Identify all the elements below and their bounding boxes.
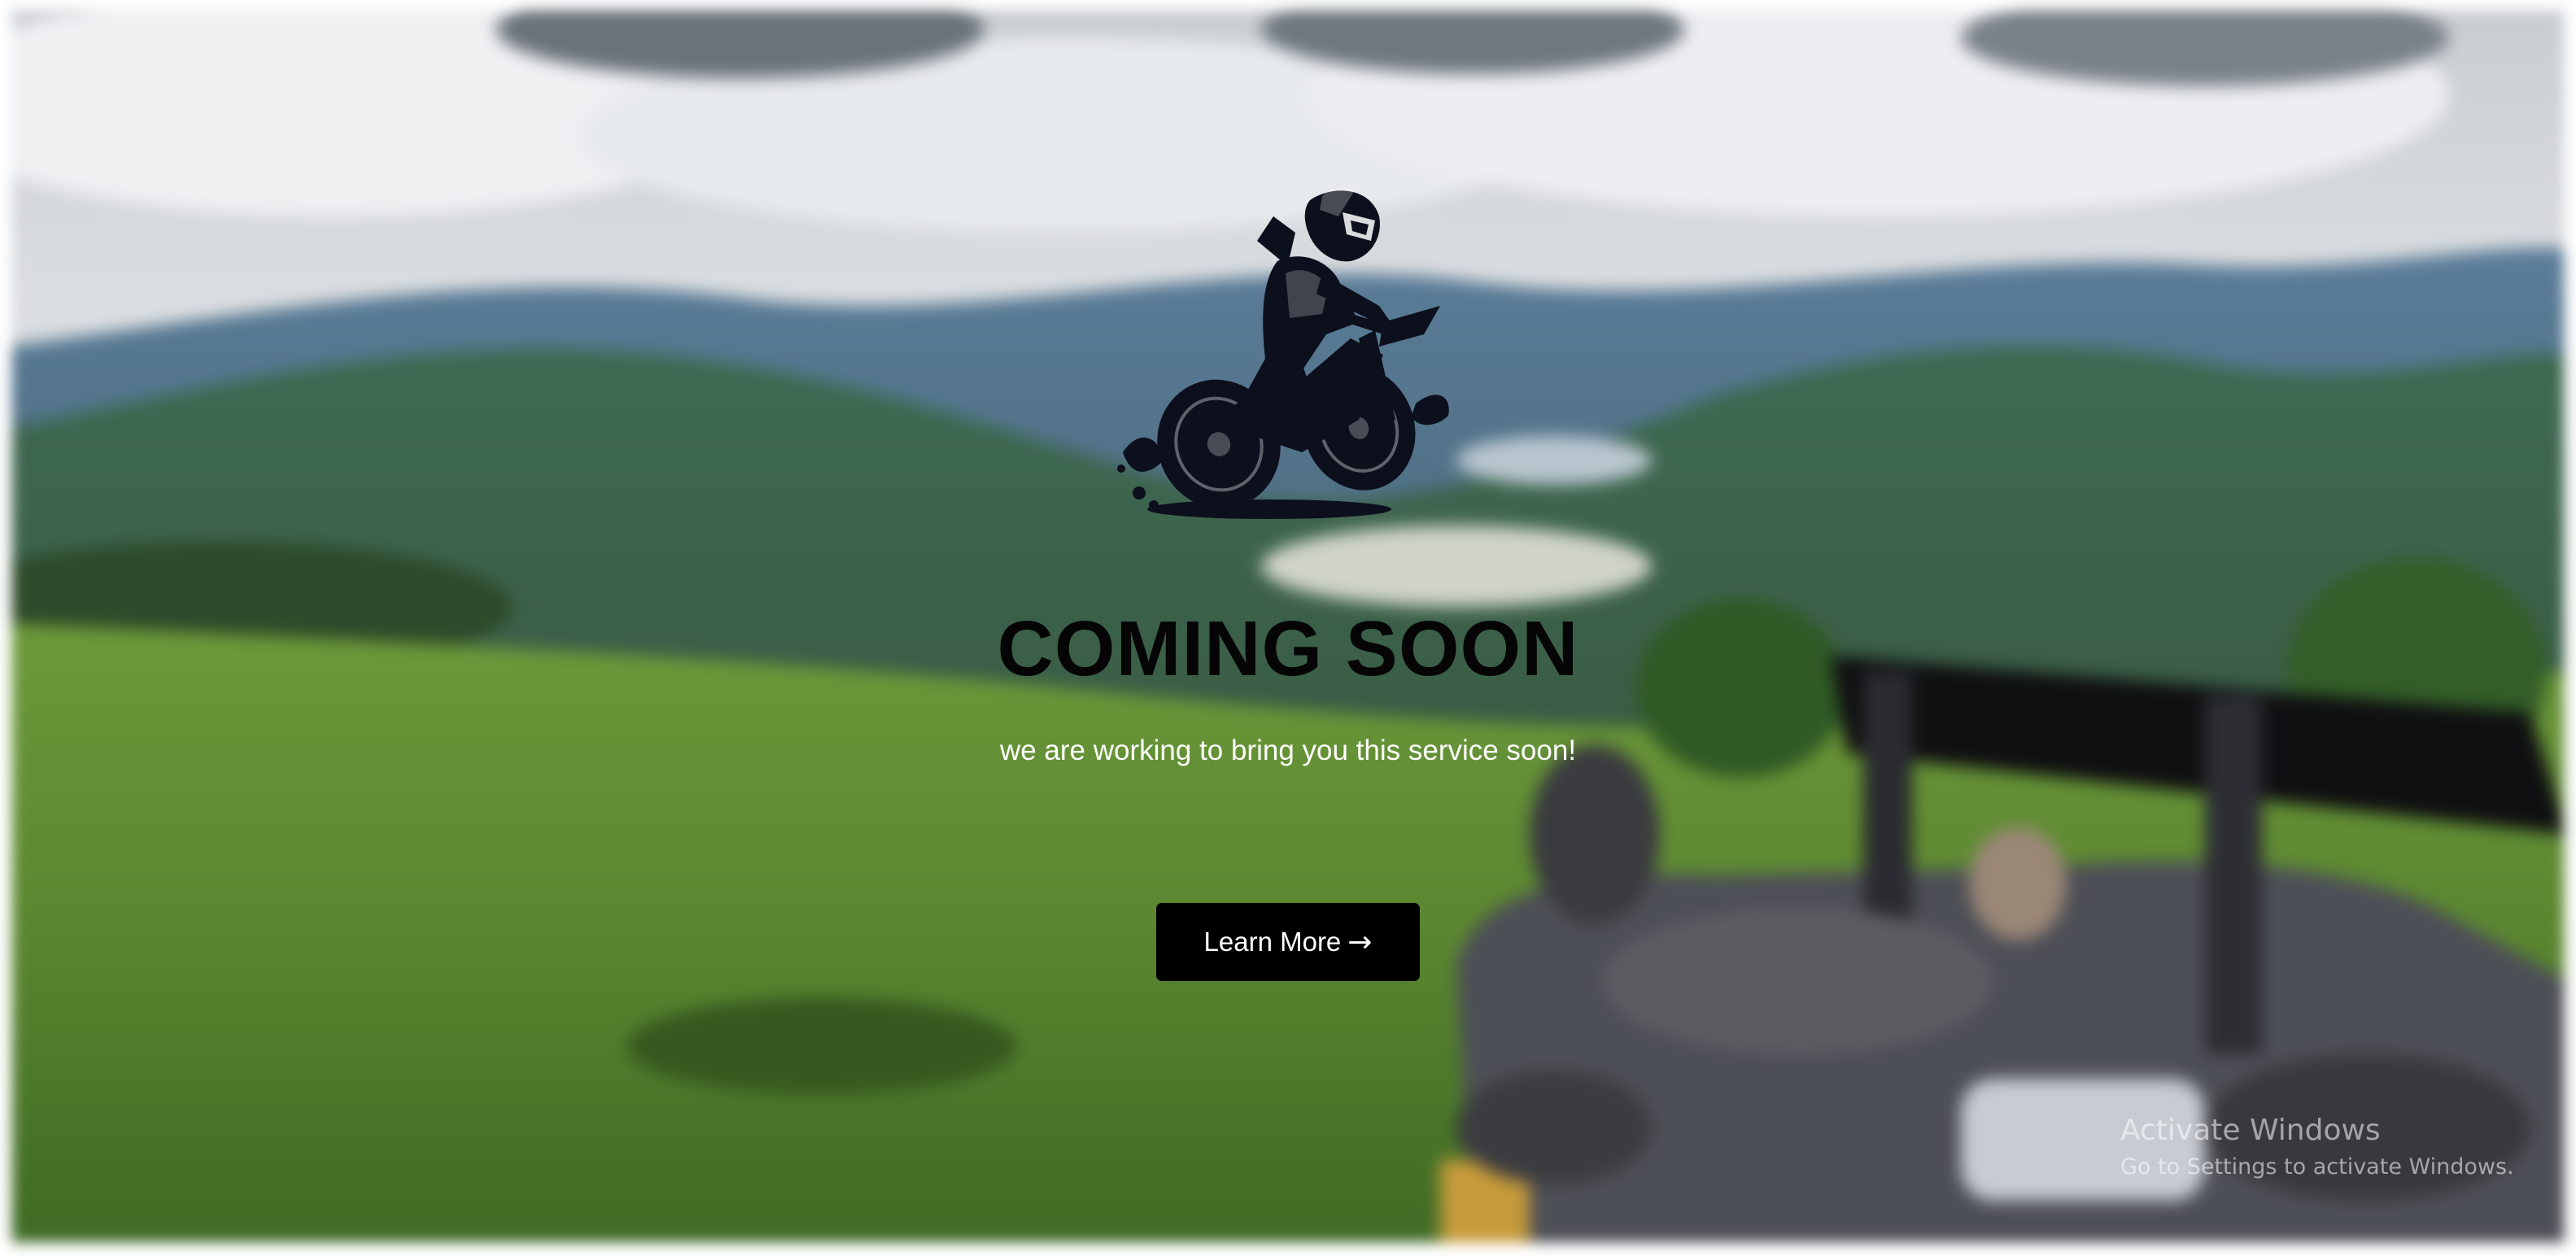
- page-title: COMING SOON: [997, 605, 1579, 692]
- activate-windows-watermark: Activate Windows Go to Settings to activ…: [2120, 1111, 2514, 1184]
- arrow-right-icon: →: [1347, 925, 1373, 959]
- motocross-rider-icon: [1115, 184, 1478, 526]
- learn-more-label: Learn More: [1203, 927, 1342, 957]
- watermark-subtitle: Go to Settings to activate Windows.: [2120, 1154, 2514, 1180]
- watermark-title: Activate Windows: [2120, 1114, 2381, 1147]
- learn-more-button[interactable]: Learn More →: [1156, 903, 1420, 981]
- coming-soon-page: COMING SOON we are working to bring you …: [0, 0, 2576, 1256]
- page-subtitle: we are working to bring you this service…: [999, 735, 1577, 766]
- hero-section: COMING SOON we are working to bring you …: [0, 0, 2576, 1256]
